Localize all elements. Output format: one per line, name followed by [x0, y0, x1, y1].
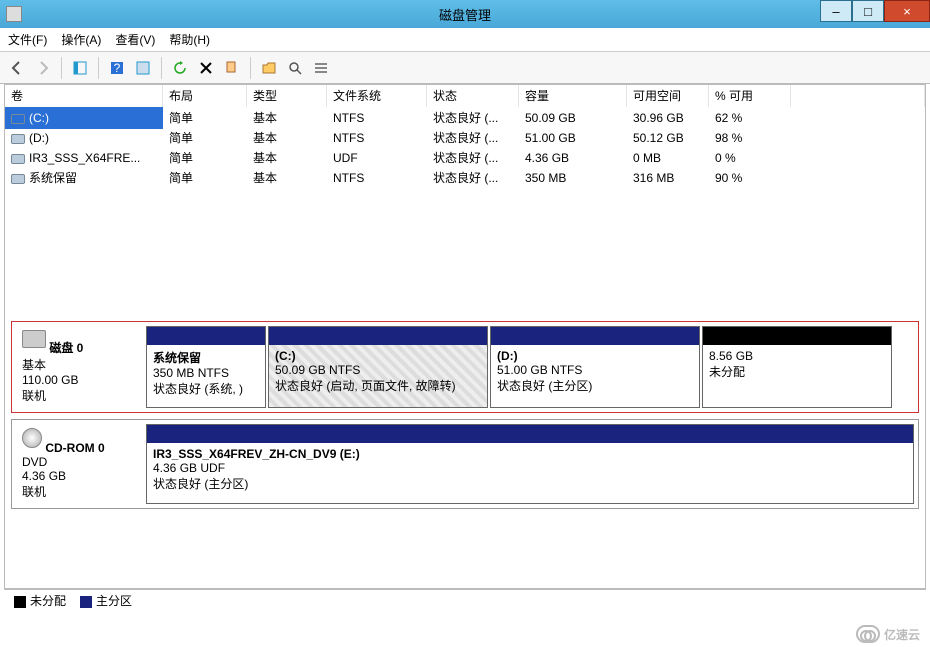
cdrom-0-label: CD-ROM 0: [45, 441, 104, 455]
col-capacity[interactable]: 容量: [519, 85, 627, 107]
delete-icon[interactable]: [195, 57, 217, 79]
swatch-navy-icon: [80, 596, 92, 608]
partition-e-title: IR3_SSS_X64FREV_ZH-CN_DV9 (E:): [153, 447, 360, 461]
menu-file[interactable]: 文件(F): [8, 31, 47, 48]
window-title: 磁盘管理: [439, 5, 491, 24]
title-bar: 磁盘管理 – □ ×: [0, 0, 930, 28]
col-layout[interactable]: 布局: [163, 85, 247, 107]
volume-row-3[interactable]: 系统保留简单基本NTFS状态良好 (...350 MB316 MB90 %: [5, 167, 925, 187]
col-status[interactable]: 状态: [427, 85, 519, 107]
partition-bar: [147, 327, 265, 345]
menu-view[interactable]: 查看(V): [115, 31, 155, 48]
menu-action[interactable]: 操作(A): [61, 31, 101, 48]
nav-forward-button[interactable]: [32, 57, 54, 79]
partition-e-status: 状态良好 (主分区): [153, 477, 248, 491]
help-icon[interactable]: ?: [106, 57, 128, 79]
disk-0-status: 联机: [22, 389, 46, 403]
watermark-text: 亿速云: [884, 626, 920, 643]
cdrom-0-row[interactable]: CD-ROM 0 DVD 4.36 GB 联机 IR3_SSS_X64FREV_…: [11, 419, 919, 509]
partition-bar: [703, 327, 891, 345]
cdrom-0-info: CD-ROM 0 DVD 4.36 GB 联机: [16, 424, 146, 504]
partition-bar: [491, 327, 699, 345]
partition-bar: [147, 425, 913, 443]
disk-0-type: 基本: [22, 358, 46, 372]
disk-0-label: 磁盘 0: [49, 341, 83, 355]
volume-icon: [11, 114, 25, 124]
partition-e-size: 4.36 GB UDF: [153, 461, 225, 475]
window-controls: – □ ×: [820, 0, 930, 28]
cdrom-0-type: DVD: [22, 455, 47, 469]
search-icon[interactable]: [284, 57, 306, 79]
refresh-icon[interactable]: [169, 57, 191, 79]
volume-icon: [11, 154, 25, 164]
open-folder-icon[interactable]: [258, 57, 280, 79]
cdrom-icon: [22, 428, 42, 448]
volume-row-2[interactable]: IR3_SSS_X64FRE...简单基本UDF状态良好 (...4.36 GB…: [5, 147, 925, 167]
cdrom-0-size: 4.36 GB: [22, 469, 66, 483]
toolbar: ?: [0, 52, 930, 84]
close-button[interactable]: ×: [884, 0, 930, 22]
graphical-view: 磁盘 0 基本 110.00 GB 联机 系统保留350 MB NTFS状态良好…: [5, 315, 925, 588]
disk-0-row[interactable]: 磁盘 0 基本 110.00 GB 联机 系统保留350 MB NTFS状态良好…: [11, 321, 919, 413]
swatch-black-icon: [14, 596, 26, 608]
disk0-partition-3[interactable]: 8.56 GB未分配: [702, 326, 892, 408]
harddisk-icon: [22, 330, 46, 348]
nav-back-button[interactable]: [6, 57, 28, 79]
disk0-partition-2[interactable]: (D:)51.00 GB NTFS状态良好 (主分区): [490, 326, 700, 408]
menu-bar: 文件(F) 操作(A) 查看(V) 帮助(H): [0, 28, 930, 52]
col-filesystem[interactable]: 文件系统: [327, 85, 427, 107]
minimize-button[interactable]: –: [820, 0, 852, 22]
col-spacer: [791, 85, 925, 107]
content-area: 卷 布局 类型 文件系统 状态 容量 可用空间 % 可用 (C:)简单基本NTF…: [4, 84, 926, 589]
legend-primary: 主分区: [80, 592, 132, 609]
col-percent[interactable]: % 可用: [709, 85, 791, 107]
menu-help[interactable]: 帮助(H): [169, 31, 210, 48]
maximize-button[interactable]: □: [852, 0, 884, 22]
properties-icon[interactable]: [221, 57, 243, 79]
partition-bar: [269, 327, 487, 345]
volume-icon: [11, 134, 25, 144]
settings-icon[interactable]: [132, 57, 154, 79]
disk0-partition-0[interactable]: 系统保留350 MB NTFS状态良好 (系统, ): [146, 326, 266, 408]
column-headers: 卷 布局 类型 文件系统 状态 容量 可用空间 % 可用: [5, 85, 925, 107]
cdrom-0-partitions: IR3_SSS_X64FREV_ZH-CN_DV9 (E:) 4.36 GB U…: [146, 424, 914, 504]
svg-text:?: ?: [114, 61, 121, 75]
watermark: 亿速云: [856, 625, 920, 643]
watermark-logo-icon: [856, 625, 880, 643]
volume-icon: [11, 174, 25, 184]
volume-row-1[interactable]: (D:)简单基本NTFS状态良好 (...51.00 GB50.12 GB98 …: [5, 127, 925, 147]
col-free[interactable]: 可用空间: [627, 85, 709, 107]
disk-0-size: 110.00 GB: [22, 373, 78, 387]
show-hide-icon[interactable]: [69, 57, 91, 79]
legend: 未分配 主分区: [4, 589, 926, 611]
volume-list[interactable]: 卷 布局 类型 文件系统 状态 容量 可用空间 % 可用 (C:)简单基本NTF…: [5, 85, 925, 315]
cdrom-0-status: 联机: [22, 485, 46, 499]
disk0-partition-1[interactable]: (C:)50.09 GB NTFS状态良好 (启动, 页面文件, 故障转): [268, 326, 488, 408]
app-icon: [6, 6, 22, 22]
list-view-icon[interactable]: [310, 57, 332, 79]
volume-row-0[interactable]: (C:)简单基本NTFS状态良好 (...50.09 GB30.96 GB62 …: [5, 107, 925, 127]
col-volume[interactable]: 卷: [5, 85, 163, 107]
col-type[interactable]: 类型: [247, 85, 327, 107]
partition-e[interactable]: IR3_SSS_X64FREV_ZH-CN_DV9 (E:) 4.36 GB U…: [146, 424, 914, 504]
legend-unallocated: 未分配: [14, 592, 66, 609]
disk-0-info: 磁盘 0 基本 110.00 GB 联机: [16, 326, 146, 408]
disk-0-partitions: 系统保留350 MB NTFS状态良好 (系统, )(C:)50.09 GB N…: [146, 326, 914, 408]
